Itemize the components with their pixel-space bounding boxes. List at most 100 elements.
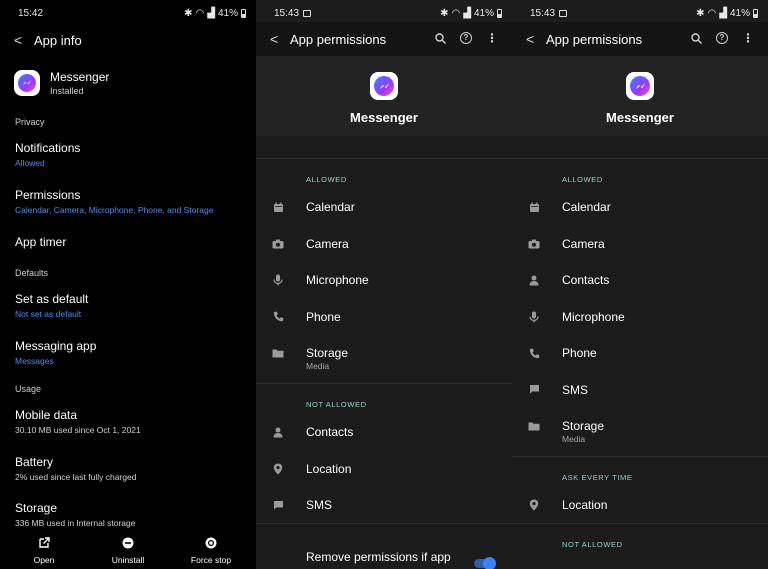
more-options-icon[interactable]: ⋮ [742,31,754,45]
phone-icon [272,311,284,323]
app-permissions-screen-1: 15:43 ✱ ◠ ▟ 41% < App permissions ? ⋮ Me… [256,0,512,569]
battery-icon [241,9,246,18]
phone-icon [528,347,540,359]
mobile-data-item[interactable]: Mobile data 30.10 MB used since Oct 1, 2… [15,408,246,435]
permission-row-storage[interactable]: Storage Media [256,340,512,371]
permission-row-location[interactable]: Location [512,492,768,522]
app-name: Messenger [50,70,110,84]
permission-label: Storage [562,419,605,433]
messaging-app-value: Messages [15,356,54,366]
permission-label: SMS [562,382,589,397]
permission-row-sms[interactable]: SMS [256,492,512,522]
back-icon[interactable]: < [14,32,28,48]
status-icons: ✱ ◠ ▟ 41% [440,8,502,19]
mobile-data-value: 30.10 MB used since Oct 1, 2021 [15,425,141,435]
folder-icon [528,420,540,432]
messenger-app-icon [14,70,40,96]
permission-sublabel: Media [562,434,586,444]
permissions-value: Calendar, Camera, Microphone, Phone, and… [15,205,214,215]
back-icon[interactable]: < [526,31,540,47]
app-hero: Messenger [256,56,512,136]
permission-label: Storage [306,346,349,360]
permission-row-camera[interactable]: Camera [256,231,512,261]
not-allowed-header: NOT ALLOWED [562,540,623,549]
search-icon[interactable] [435,32,446,44]
set-as-default-item[interactable]: Set as default Not set as default [15,292,246,319]
battery-icon [753,9,758,18]
app-bar: < App info [0,28,256,52]
page-title: App permissions [546,31,643,47]
app-hero: Messenger [512,56,768,136]
open-button[interactable]: Open [14,532,74,565]
app-summary: Messenger Installed [14,70,109,96]
permission-row-microphone[interactable]: Microphone [512,304,768,334]
permission-label: Phone [562,346,597,360]
not-allowed-header: NOT ALLOWED [306,400,367,409]
more-options-icon[interactable]: ⋮ [486,31,498,45]
storage-item[interactable]: Storage 336 MB used in Internal storage [15,501,246,528]
permission-label: Phone [306,309,341,324]
permission-row-phone[interactable]: Phone [256,304,512,334]
permission-row-contacts[interactable]: Contacts [512,267,768,297]
bluetooth-icon: ✱ [696,8,705,19]
notifications-value: Allowed [15,158,45,168]
battery-percent: 41% [473,8,494,19]
permission-row-contacts[interactable]: Contacts [256,419,512,449]
help-icon[interactable]: ? [716,32,728,44]
app-name: Messenger [606,110,674,125]
battery-value: 2% used since last fully charged [15,472,137,482]
minus-circle-icon [122,537,134,549]
calendar-icon [528,201,540,213]
uninstall-button[interactable]: Uninstall [98,532,158,565]
wifi-icon: ◠ [707,8,717,19]
permission-row-microphone[interactable]: Microphone [256,267,512,297]
status-time: 15:43 [530,8,556,19]
permission-row-camera[interactable]: Camera [512,231,768,261]
signal-icon: ▟ [207,8,215,19]
allowed-header: ALLOWED [306,175,347,184]
section-usage: Usage [15,384,42,394]
messaging-app-title: Messaging app [15,339,97,353]
permission-label: Microphone [562,309,625,324]
notifications-item[interactable]: Notifications Allowed [15,141,246,168]
gallery-notification-icon [559,10,568,17]
person-icon [528,274,540,286]
camera-icon [528,238,540,250]
permission-row-calendar[interactable]: Calendar [512,194,768,224]
permission-label: Location [562,498,608,512]
battery-percent: 41% [729,8,750,19]
force-stop-button[interactable]: Force stop [181,532,241,565]
search-icon[interactable] [691,32,702,44]
status-icons: ✱ ◠ ▟ 41% [184,8,246,19]
app-timer-item[interactable]: App timer [15,235,246,249]
permissions-item[interactable]: Permissions Calendar, Camera, Microphone… [15,188,246,215]
status-bar: 15:42 ✱ ◠ ▟ 41% [0,0,256,26]
battery-item[interactable]: Battery 2% used since last fully charged [15,455,246,482]
permission-row-sms[interactable]: SMS [512,377,768,407]
permission-label: Contacts [306,425,354,439]
app-permissions-screen-2: 15:43 ✱ ◠ ▟ 41% < App permissions ? ⋮ Me… [512,0,768,569]
permission-row-location[interactable]: Location [256,456,512,486]
permission-label: Camera [562,236,605,251]
page-title: App info [34,32,82,48]
help-icon[interactable]: ? [460,32,472,44]
permission-row-phone[interactable]: Phone [512,340,768,370]
wifi-icon: ◠ [195,8,205,19]
back-icon[interactable]: < [270,31,284,47]
microphone-icon [528,311,540,323]
messaging-app-item[interactable]: Messaging app Messages [15,339,246,366]
page-title: App permissions [290,31,387,47]
permissions-title: Permissions [15,188,81,202]
storage-title: Storage [15,501,58,515]
set-as-default-value: Not set as default [15,309,82,319]
permission-row-storage[interactable]: Storage Media [512,413,768,444]
permission-row-calendar[interactable]: Calendar [256,194,512,224]
remove-permissions-row[interactable]: Remove permissions if app [256,545,512,569]
battery-percent: 41% [217,8,238,19]
uninstall-label: Uninstall [111,555,145,565]
remove-permissions-toggle[interactable] [474,557,496,569]
notifications-title: Notifications [15,141,81,155]
bottom-action-bar: Open Uninstall Force stop [0,532,256,569]
location-pin-icon [272,463,284,475]
allowed-header: ALLOWED [562,175,603,184]
